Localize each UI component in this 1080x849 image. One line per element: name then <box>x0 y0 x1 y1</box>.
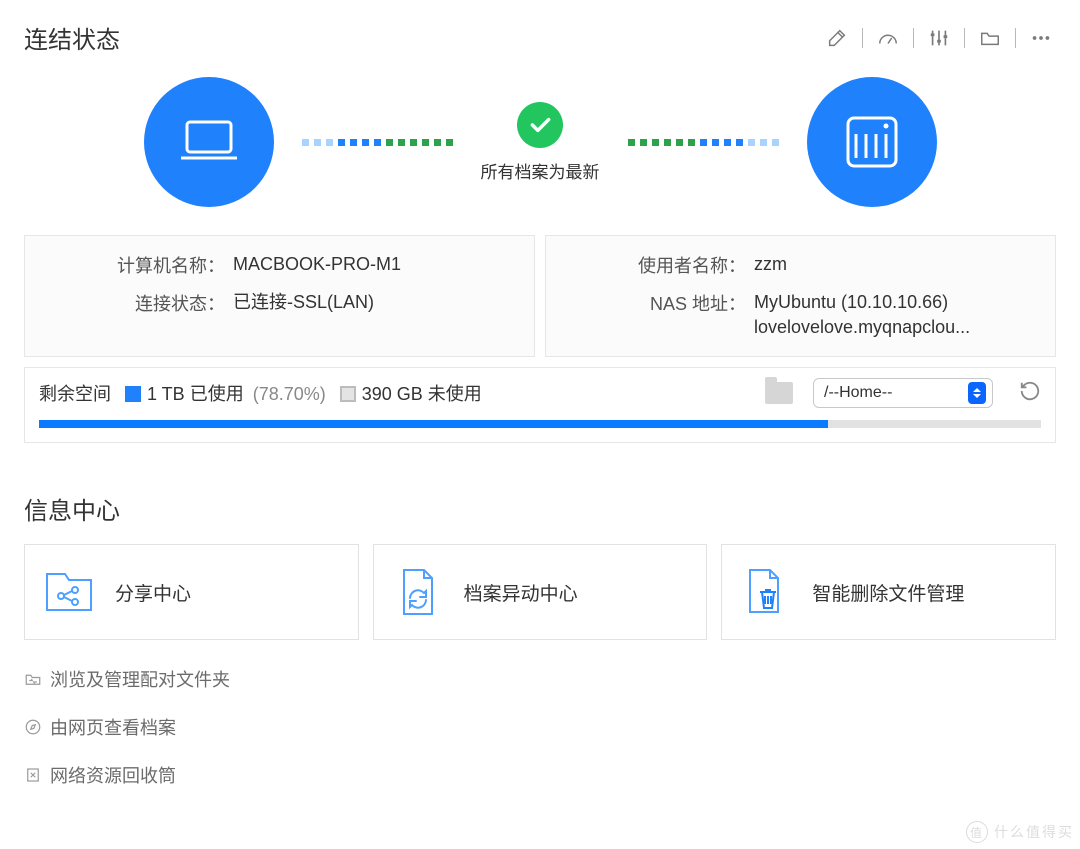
web-view-link[interactable]: 由网页查看档案 <box>24 714 1056 740</box>
share-center-card[interactable]: 分享中心 <box>24 544 359 640</box>
folder-mini-icon <box>765 382 793 404</box>
browse-pair-link[interactable]: 浏览及管理配对文件夹 <box>24 666 1056 692</box>
free-swatch <box>340 386 356 402</box>
watermark-icon: 值 <box>966 821 988 843</box>
nas-addr-line1: MyUbuntu (10.10.10.66) <box>754 290 1035 315</box>
nas-addr-line2: lovelovelove.myqnapclou... <box>754 315 1035 340</box>
link-status-label: 连接状态 <box>45 290 225 316</box>
share-center-label: 分享中心 <box>115 579 191 606</box>
laptop-icon <box>144 77 274 207</box>
nas-addr-label: NAS 地址 <box>566 290 746 316</box>
computer-name-label: 计算机名称 <box>45 252 225 278</box>
file-trash-icon <box>738 564 794 620</box>
usage-bar <box>39 420 1041 428</box>
connection-diagram: 所有档案为最新 <box>24 77 1056 207</box>
select-stepper-icon <box>968 382 986 404</box>
used-swatch <box>125 386 141 402</box>
free-legend: 390 GB 未使用 <box>340 380 482 406</box>
divider <box>862 28 863 48</box>
page-title: 连结状态 <box>24 20 120 55</box>
smart-delete-card[interactable]: 智能删除文件管理 <box>721 544 1056 640</box>
divider <box>913 28 914 48</box>
connection-dots <box>628 139 779 146</box>
toolbar <box>822 23 1056 53</box>
status-indicator: 所有档案为最新 <box>481 102 600 183</box>
computer-name-value: MACBOOK-PRO-M1 <box>233 252 514 277</box>
disk-caption: 剩余空间 <box>39 380 111 406</box>
user-value: zzm <box>754 252 1035 277</box>
disk-usage-panel: 剩余空间 1 TB 已使用 (78.70%) 390 GB 未使用 /--Hom… <box>24 367 1056 443</box>
web-view-text: 由网页查看档案 <box>50 714 176 740</box>
recycle-link[interactable]: 网络资源回收筒 <box>24 762 1056 788</box>
computer-panel: 计算机名称 MACBOOK-PRO-M1 连接状态 已连接-SSL(LAN) <box>24 235 535 357</box>
edit-icon[interactable] <box>822 23 852 53</box>
divider <box>964 28 965 48</box>
watermark: 值 什么值得买 <box>966 821 1074 843</box>
path-select[interactable]: /--Home-- <box>813 378 993 408</box>
divider <box>1015 28 1016 48</box>
user-label: 使用者名称 <box>566 252 746 278</box>
nas-icon <box>807 77 937 207</box>
status-text: 所有档案为最新 <box>481 158 600 183</box>
link-status-value: 已连接-SSL(LAN) <box>233 290 514 315</box>
smart-delete-label: 智能删除文件管理 <box>812 579 964 606</box>
more-icon[interactable] <box>1026 23 1056 53</box>
used-pct: (78.70%) <box>253 384 326 404</box>
sliders-icon[interactable] <box>924 23 954 53</box>
free-text: 390 GB 未使用 <box>362 384 482 404</box>
refresh-icon[interactable] <box>1019 380 1041 407</box>
usage-bar-fill <box>39 420 828 428</box>
recycle-bin-icon <box>24 766 42 784</box>
browse-pair-text: 浏览及管理配对文件夹 <box>50 666 230 692</box>
watermark-text: 什么值得买 <box>994 822 1074 842</box>
info-center-title: 信息中心 <box>24 491 1056 526</box>
pair-folder-icon <box>24 670 42 688</box>
compass-icon <box>24 718 42 736</box>
nas-addr-value: MyUbuntu (10.10.10.66) lovelovelove.myqn… <box>754 290 1035 340</box>
nas-panel: 使用者名称 zzm NAS 地址 MyUbuntu (10.10.10.66) … <box>545 235 1056 357</box>
share-icon <box>41 564 97 620</box>
used-legend: 1 TB 已使用 (78.70%) <box>125 380 326 406</box>
change-center-card[interactable]: 档案异动中心 <box>373 544 708 640</box>
recycle-text: 网络资源回收筒 <box>50 762 176 788</box>
file-sync-icon <box>390 564 446 620</box>
check-icon <box>517 102 563 148</box>
used-text: 1 TB 已使用 <box>147 384 244 404</box>
folder-icon[interactable] <box>975 23 1005 53</box>
change-center-label: 档案异动中心 <box>464 579 578 606</box>
connection-dots <box>302 139 453 146</box>
path-select-value: /--Home-- <box>824 384 892 402</box>
gauge-icon[interactable] <box>873 23 903 53</box>
